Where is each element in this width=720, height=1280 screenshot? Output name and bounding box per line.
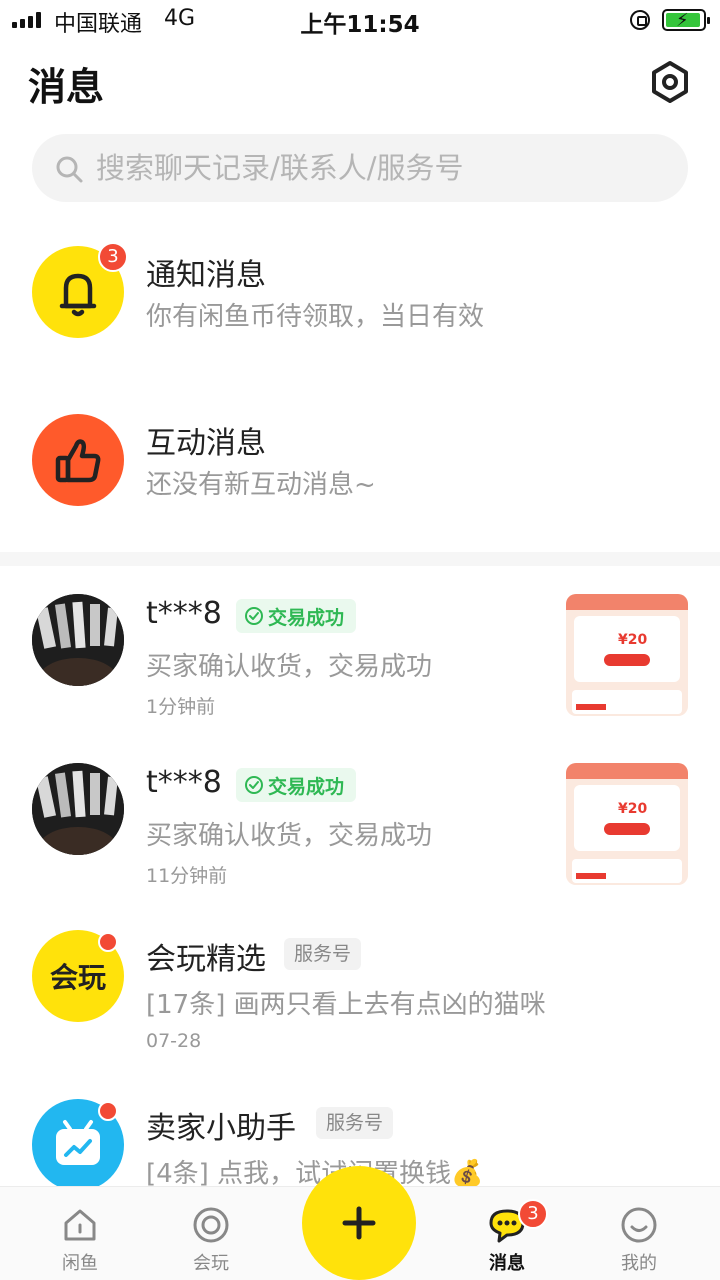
interaction-subtitle: 还没有新互动消息~ (146, 470, 376, 500)
tab-label: 我的 (621, 1253, 657, 1274)
thumbs-up-icon (55, 439, 101, 483)
conversation-message: [4条] 点我，试试闲置换钱💰 (146, 1159, 484, 1186)
tab-huiwan[interactable]: 会玩 (156, 1187, 266, 1280)
conversation-row[interactable]: 会玩 会玩精选 服务号 [17条] 画两只看上去有点凶的猫咪 07-28 (0, 928, 720, 1058)
tab-label: 会玩 (193, 1253, 229, 1274)
trade-success-tag: 交易成功 (236, 768, 357, 802)
notification-title: 通知消息 (146, 258, 266, 293)
battery-charging-icon: ⚡ (662, 9, 710, 31)
trade-success-label: 交易成功 (268, 606, 345, 629)
user-avatar (32, 763, 124, 855)
status-bar: 中国联通 4G 上午11:54 ⚡ (0, 0, 720, 40)
thumbnail-image (566, 763, 688, 885)
notification-subtitle: 你有闲鱼币待领取，当日有效 (146, 302, 485, 332)
plus-icon (342, 1206, 376, 1240)
avatar-image (32, 763, 124, 855)
interaction-row[interactable]: 互动消息 还没有新互动消息~ (0, 402, 720, 518)
tab-mine[interactable]: 我的 (584, 1187, 694, 1280)
publish-button[interactable] (302, 1166, 416, 1280)
section-divider (0, 552, 720, 566)
conversation-row[interactable]: t***8 交易成功 买家确认收货，交易成功 1分钟前 ¥20 (0, 590, 720, 720)
search-bar[interactable] (32, 134, 688, 202)
tab-messages[interactable]: 3 消息 (452, 1187, 562, 1280)
conversation-row[interactable]: t***8 交易成功 买家确认收货，交易成功 11分钟前 ¥20 (0, 759, 720, 889)
user-avatar (32, 594, 124, 686)
status-time: 上午11:54 (300, 12, 420, 38)
thumbnail-price: ¥20 (618, 632, 648, 648)
home-icon (64, 1209, 96, 1241)
notification-row[interactable]: 3 通知消息 你有闲鱼币待领取，当日有效 (0, 234, 720, 350)
conversation-message: 买家确认收货，交易成功 (146, 821, 433, 851)
conversation-message: [17条] 画两只看上去有点凶的猫咪 (146, 990, 546, 1020)
service-avatar-text: 会玩 (49, 961, 106, 994)
notification-badge: 3 (98, 242, 128, 272)
check-circle-icon (245, 776, 263, 794)
conversation-time: 11分钟前 (146, 865, 228, 887)
rotation-lock-icon (630, 10, 650, 30)
conversation-name: 卖家小助手 (146, 1111, 296, 1146)
conversation-time: 07-28 (146, 1030, 202, 1052)
trade-success-label: 交易成功 (268, 775, 345, 798)
tab-label: 闲鱼 (62, 1253, 98, 1274)
tab-label: 消息 (489, 1253, 525, 1274)
conversation-name: t***8 (146, 765, 222, 800)
conversation-name: 会玩精选 (146, 942, 266, 977)
thumbnail-price: ¥20 (618, 801, 648, 817)
conversation-name: t***8 (146, 596, 222, 631)
interaction-title: 互动消息 (146, 426, 266, 461)
service-account-tag: 服务号 (284, 938, 362, 970)
messages-tab-badge: 3 (518, 1199, 548, 1229)
unread-dot (98, 1101, 118, 1121)
avatar-image (32, 594, 124, 686)
service-account-tag: 服务号 (316, 1107, 394, 1139)
conversation-message: 买家确认收货，交易成功 (146, 652, 433, 682)
check-circle-icon (245, 607, 263, 625)
thumbnail-image (566, 594, 688, 716)
trade-success-tag: 交易成功 (236, 599, 357, 633)
settings-hexagon-icon[interactable] (648, 60, 692, 104)
search-input[interactable] (96, 134, 676, 202)
item-thumbnail[interactable]: ¥20 (566, 763, 688, 885)
circle-icon (193, 1207, 229, 1243)
smiley-icon (621, 1207, 657, 1243)
item-thumbnail[interactable]: ¥20 (566, 594, 688, 716)
interaction-avatar (32, 414, 124, 506)
conversation-time: 1分钟前 (146, 696, 216, 718)
page-title: 消息 (28, 65, 105, 109)
tab-xianyu[interactable]: 闲鱼 (25, 1187, 135, 1280)
unread-dot (98, 932, 118, 952)
search-icon (56, 156, 83, 183)
